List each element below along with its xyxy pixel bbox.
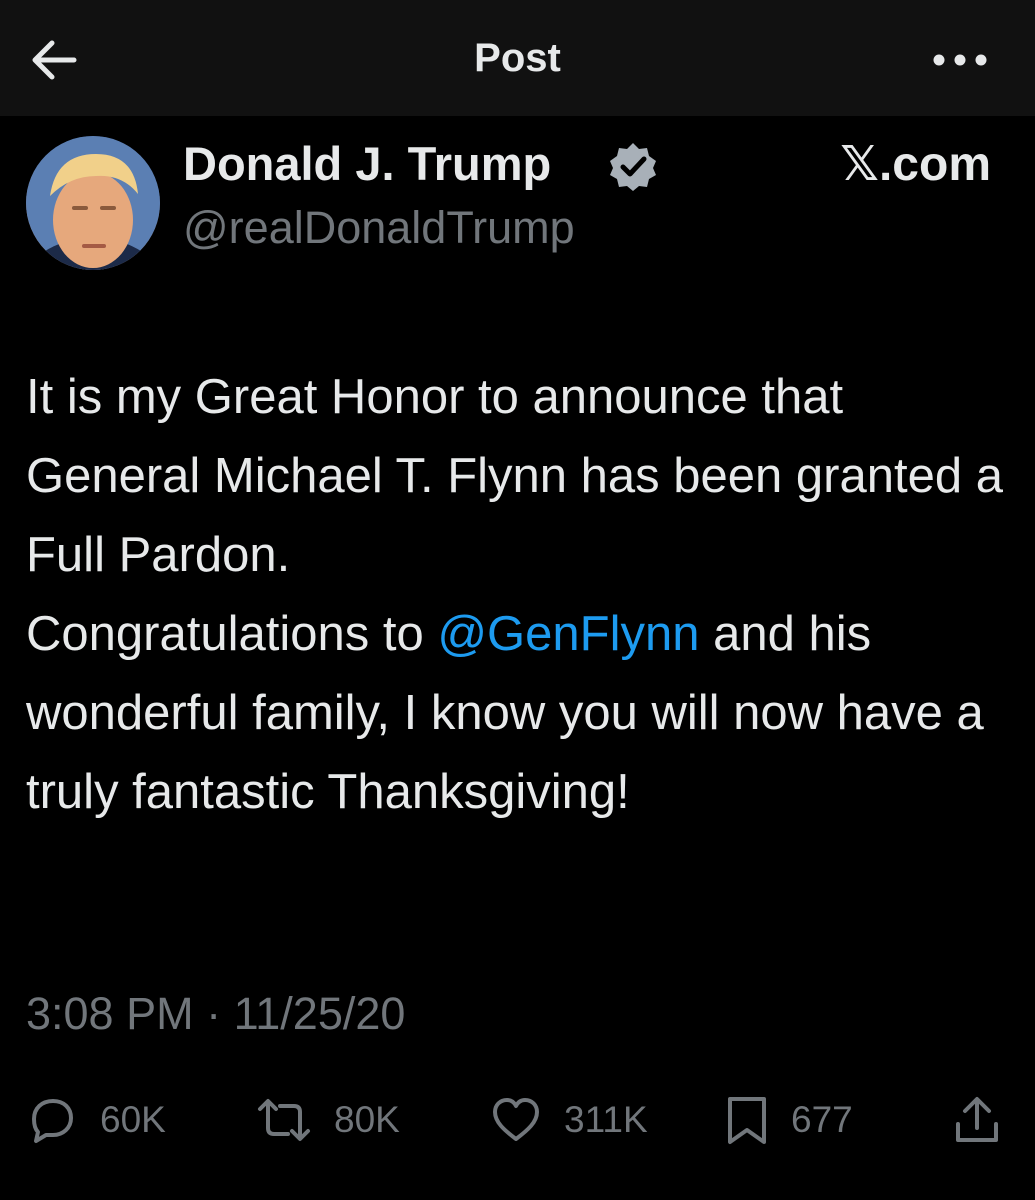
reply-icon — [32, 1099, 73, 1143]
post-text: It is my Great Honor to announce that Ge… — [26, 358, 1016, 832]
share-icon — [956, 1097, 998, 1142]
share-button[interactable] — [952, 1085, 1002, 1155]
post-timestamp[interactable]: 3:08 PM · 11/25/20 — [26, 988, 405, 1040]
like-button[interactable]: 311K — [490, 1085, 648, 1155]
repost-count: 80K — [334, 1099, 400, 1140]
profile-photo — [26, 136, 160, 270]
avatar[interactable] — [26, 136, 160, 270]
more-options-button[interactable] — [930, 40, 990, 80]
repost-icon — [258, 1099, 310, 1141]
top-bar: Post — [0, 0, 1035, 116]
author-handle[interactable]: @realDonaldTrump — [183, 202, 575, 254]
reply-count: 60K — [100, 1099, 166, 1140]
author-name[interactable]: Donald J. Trump — [183, 136, 551, 191]
source-label: 𝕏.com — [840, 138, 991, 191]
page-title: Post — [474, 36, 561, 80]
reply-button[interactable]: 60K — [26, 1085, 166, 1155]
repost-button[interactable]: 80K — [256, 1085, 400, 1155]
more-horizontal-icon — [933, 54, 987, 66]
post-text-part2: Congratulations to — [26, 607, 438, 661]
like-count: 311K — [564, 1099, 648, 1140]
bookmark-button[interactable]: 677 — [725, 1085, 853, 1155]
bookmark-count: 677 — [791, 1099, 853, 1140]
action-bar: 60K 80K 311K 677 — [0, 1085, 1035, 1155]
post-text-part1: It is my Great Honor to announce that Ge… — [26, 370, 1003, 582]
mention-link[interactable]: @GenFlynn — [437, 607, 699, 661]
heart-icon — [493, 1098, 539, 1141]
verified-badge-icon — [610, 143, 656, 191]
bookmark-icon — [728, 1097, 766, 1144]
